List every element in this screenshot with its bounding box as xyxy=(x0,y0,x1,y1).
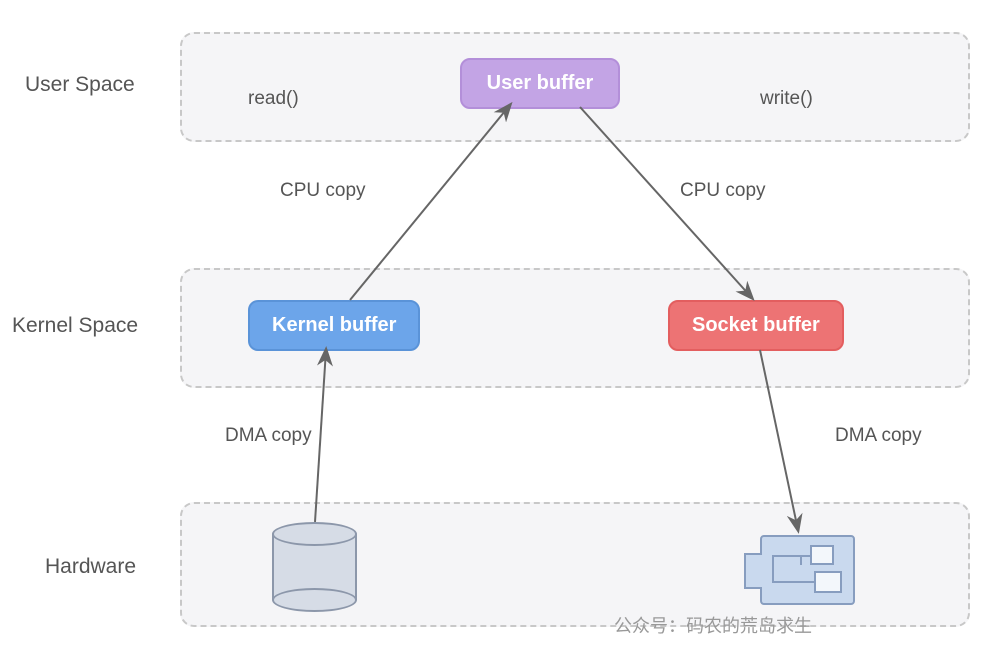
user-space-label: User Space xyxy=(25,73,135,97)
dma-copy-up-label: DMA copy xyxy=(225,425,312,447)
kernel-buffer-box: Kernel buffer xyxy=(248,300,420,351)
socket-buffer-box: Socket buffer xyxy=(668,300,844,351)
cpu-copy-down-label: CPU copy xyxy=(680,180,766,202)
watermark-text: 公众号：码农的荒岛求生 xyxy=(614,612,812,638)
network-card-icon xyxy=(760,535,855,605)
cpu-copy-up-label: CPU copy xyxy=(280,180,366,202)
kernel-space-label: Kernel Space xyxy=(12,314,138,338)
read-call-label: read() xyxy=(248,88,299,110)
hardware-label: Hardware xyxy=(45,555,136,579)
write-call-label: write() xyxy=(760,88,813,110)
user-buffer-box: User buffer xyxy=(460,58,620,109)
dma-copy-down-label: DMA copy xyxy=(835,425,922,447)
disk-icon xyxy=(272,522,357,612)
